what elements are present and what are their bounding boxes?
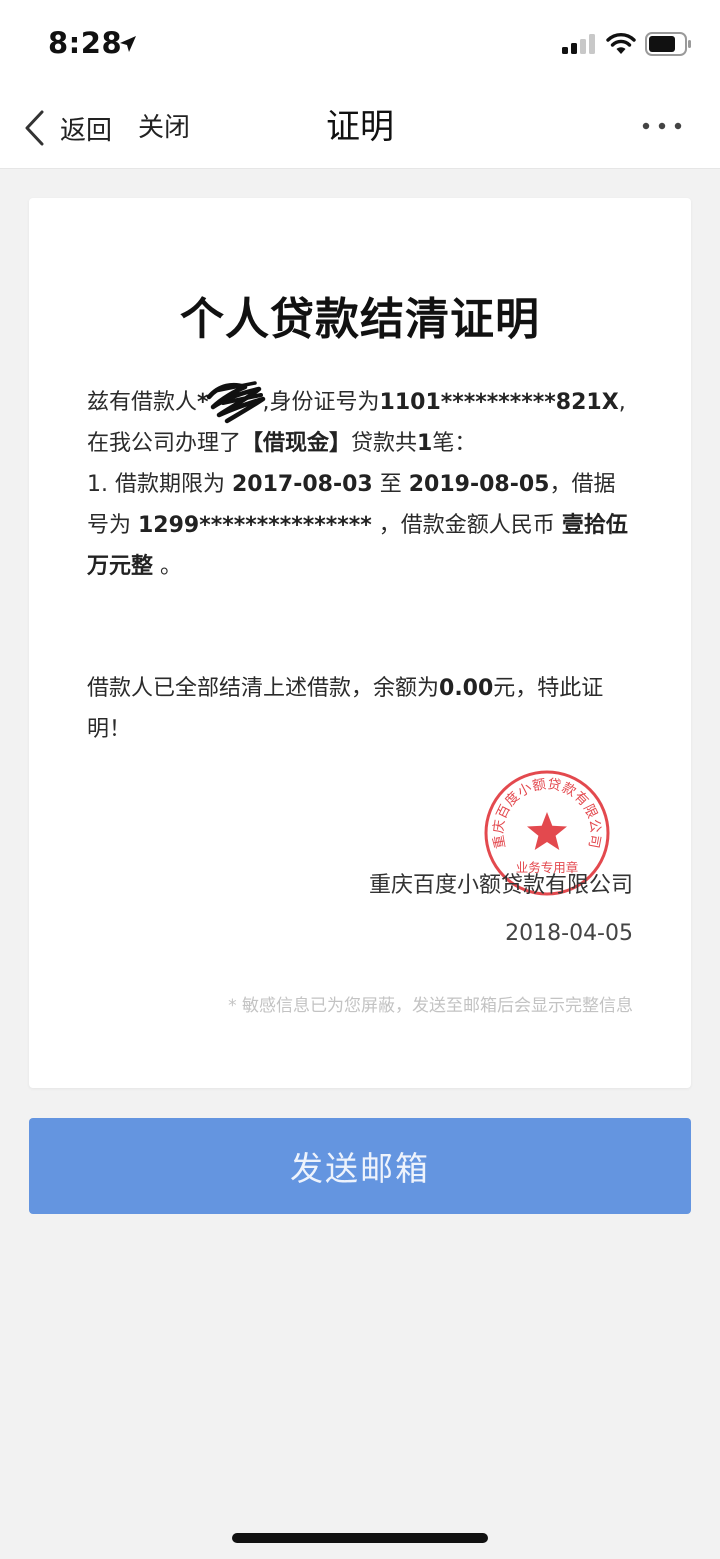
body-text: 笔： <box>432 431 477 456</box>
body-text: 。 <box>153 554 183 579</box>
body-text: 借款人已全部结清上述借款，余额为 <box>87 676 440 701</box>
redaction-scribble <box>206 381 265 424</box>
issue-date: 2018-04-05 <box>505 921 633 946</box>
loan-count: 1 <box>417 431 433 456</box>
send-email-button[interactable]: 发送邮箱 <box>29 1118 691 1214</box>
body-text: 兹有借款人 <box>87 390 198 415</box>
battery-icon <box>645 32 691 56</box>
remaining-balance: 0.00 <box>439 676 494 701</box>
page-title: 证明 <box>326 107 394 147</box>
wifi-icon <box>606 33 636 54</box>
home-indicator[interactable] <box>232 1533 488 1543</box>
masked-info-notice: * 敏感信息已为您屏蔽，发送至邮箱后会显示完整信息 <box>228 996 633 1016</box>
receipt-number: 1299*************** <box>138 513 372 538</box>
certificate-body: 兹有借款人* ,身份证号为1101**********821X, 在我公司办理了… <box>87 381 635 587</box>
status-bar: 8:28 <box>0 0 720 88</box>
loan-product: 【借现金】 <box>241 431 352 456</box>
loan-end-date: 2019-08-05 <box>408 472 550 497</box>
settlement-statement: 借款人已全部结清上述借款，余额为0.00元，特此证明！ <box>87 668 635 750</box>
body-text: 1. 借款期限为 <box>87 472 232 497</box>
body-text: 至 <box>372 472 409 497</box>
loan-start-date: 2017-08-03 <box>231 472 373 497</box>
cellular-signal-icon <box>562 34 595 54</box>
body-text: ，借款金额人民币 <box>371 513 562 538</box>
location-arrow-icon <box>120 36 136 52</box>
status-time: 8:28 <box>48 26 123 60</box>
id-number: 1101**********821X <box>379 390 619 415</box>
nav-bar: 返回 关闭 证明 <box>0 88 720 169</box>
body-text: ,身份证号为 <box>262 390 380 415</box>
body-text: 贷款共 <box>351 431 418 456</box>
certificate-card: 个人贷款结清证明 兹有借款人* ,身份证号为1101**********821X… <box>29 198 691 1088</box>
more-icon[interactable] <box>640 116 684 136</box>
certificate-title: 个人贷款结清证明 <box>180 294 540 345</box>
issuer-company: 重庆百度小额贷款有限公司 <box>368 873 633 898</box>
